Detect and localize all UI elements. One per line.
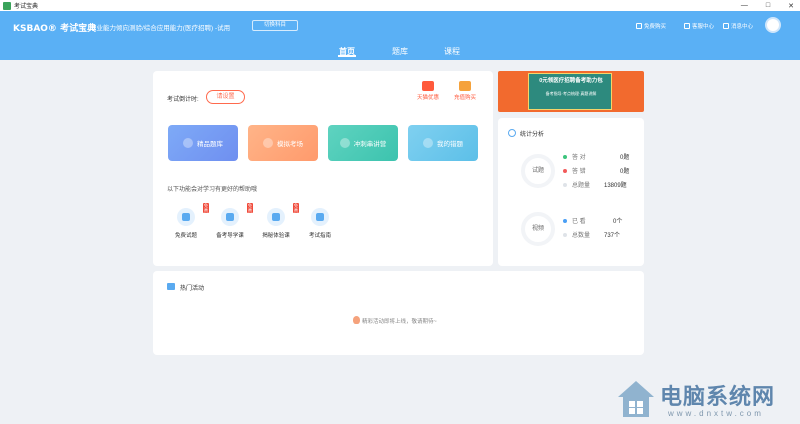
tile-wrong-questions[interactable]: 我的错题 [408,125,478,161]
avatar[interactable] [765,17,781,33]
set-exam-date-button[interactable]: 请设置 [206,90,245,104]
tool-exam-guide[interactable]: 考试指南 [300,208,340,239]
clock-icon [263,138,273,148]
help-text: 以下功能会对学习有更好的帮助哦 [167,187,258,193]
monitor-icon: 免费 [221,203,253,226]
stat-total-questions-row: 总题量 13809题 [563,180,627,189]
app-logo: KSBAO® 考试宝典 [13,24,97,34]
tab-courses[interactable]: 课程 [444,46,460,57]
tile-mock-exam[interactable]: 模拟考场 [248,125,318,161]
bell-icon [723,23,729,29]
house-logo-icon [618,381,654,417]
stat-total-videos-row: 总数量 737个 [563,230,620,239]
cart-icon [459,81,471,91]
minimize-icon[interactable]: — [741,2,748,9]
free-purchase-link[interactable]: 免费购买 [636,22,666,30]
maximize-icon[interactable]: □ [766,2,770,9]
tile-premium-bank[interactable]: 精品题库 [168,125,238,161]
watermark-name: 电脑系统网 [660,385,776,410]
stat-watched-row: 已 看 0个 [563,216,622,225]
promo-banner[interactable]: 0元领医疗招聘备考助力包 备考指导·考点梳理·真题讲解 [498,71,644,112]
recharge-purchase-button[interactable]: 充值购买 [450,81,480,101]
activities-card [153,271,644,355]
close-icon[interactable]: ✕ [788,2,794,10]
video-icon: 免费 [267,203,299,226]
book-icon [423,138,433,148]
tool-study-guide-course[interactable]: 免费 备考导学课 [210,203,253,239]
shop-icon [422,81,434,91]
compass-icon [311,208,329,226]
tool-trial-course[interactable]: 免费 揭秘体验课 [256,203,299,239]
activities-empty-text: 精彩活动即将上线，敬请期待~ [362,319,437,325]
pencil-icon [183,138,193,148]
videos-ring: 视频 [521,212,555,246]
pie-chart-icon [508,129,516,137]
activities-title: 热门活动 [180,286,205,292]
current-subject: 职业能力倾向测验/综合应用能力(医疗招聘) -试用 [90,25,231,32]
document-icon: 免费 [177,203,209,226]
questions-ring: 试题 [521,154,555,188]
service-center-link[interactable]: 客服中心 [684,22,714,30]
window-title: 考试宝典 [14,4,39,10]
stat-correct-row: 答 对 0题 [563,152,629,161]
promo-book-graphic: 0元领医疗招聘备考助力包 备考指导·考点梳理·真题讲解 [528,73,612,110]
megaphone-icon [167,283,175,290]
active-tab-indicator [338,55,356,57]
tile-sprint-lecture[interactable]: 冲刺串讲营 [328,125,398,161]
flower-icon [353,316,360,324]
site-watermark: 电脑系统网 www.dnxtw.com [612,377,798,424]
app-icon [3,1,11,10]
stat-wrong-row: 答 错 0题 [563,166,629,175]
window-titlebar: 考试宝典 — □ ✕ [0,0,800,11]
stats-title: 统计分析 [520,132,545,138]
window-controls: — □ ✕ [741,0,794,11]
watermark-url: www.dnxtw.com [668,409,764,418]
stats-card [498,118,644,266]
switch-subject-button[interactable]: 切换科目 [252,20,298,31]
tab-question-bank[interactable]: 题库 [392,46,408,57]
cart-icon [636,23,642,29]
message-center-link[interactable]: 消息中心 [723,22,753,30]
app-header: KSBAO® 考试宝典 职业能力倾向测验/综合应用能力(医疗招聘) -试用 切换… [0,11,800,60]
tool-free-questions[interactable]: 免费 免费试题 [166,203,209,239]
countdown-label: 考试倒计时: [167,97,199,103]
play-icon [339,138,350,148]
headset-icon [684,23,690,29]
tmall-discount-button[interactable]: 天猫优惠 [413,81,443,101]
